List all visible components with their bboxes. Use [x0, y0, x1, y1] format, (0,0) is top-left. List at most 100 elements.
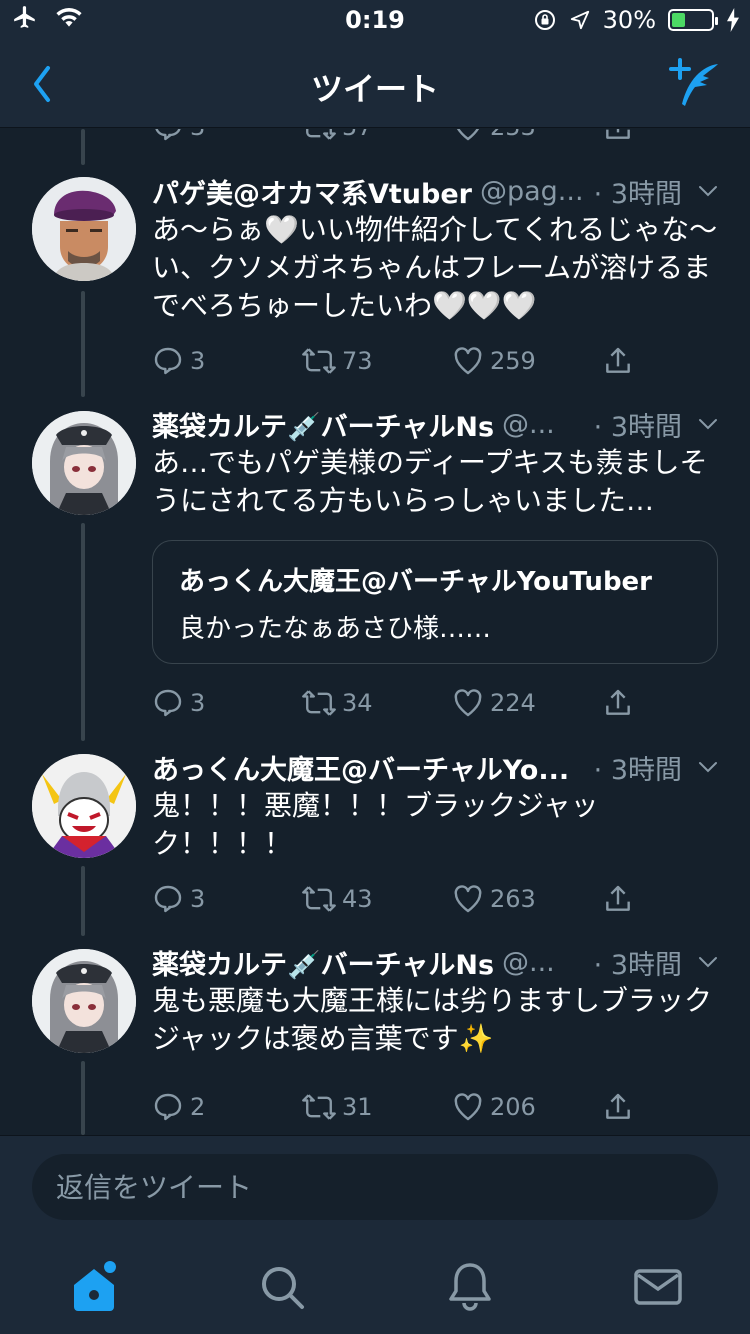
- reply-count: 2: [190, 1093, 206, 1121]
- retweet-action[interactable]: 43: [302, 883, 452, 915]
- tweet-text: あ〜らぁ🤍いい物件紹介してくれるじゃな〜い、クソメガネちゃんはフレームが溶けるま…: [152, 213, 718, 322]
- search-icon[interactable]: [252, 1257, 312, 1317]
- display-name[interactable]: 薬袋カルテ💉バーチャルNs: [152, 943, 494, 982]
- heart-icon: [454, 1093, 482, 1121]
- share-action[interactable]: [602, 1091, 750, 1123]
- timestamp[interactable]: · 3時間: [594, 172, 682, 211]
- retweet-action[interactable]: 34: [302, 687, 452, 719]
- messages-icon[interactable]: [628, 1257, 688, 1317]
- heart-icon: [456, 129, 480, 141]
- avatar[interactable]: [32, 411, 136, 515]
- retweet-icon: [302, 886, 336, 912]
- avatar-image: [32, 754, 136, 858]
- avatar[interactable]: [32, 754, 136, 858]
- timestamp[interactable]: · 3時間: [594, 943, 682, 982]
- tweet-actions: 2 31 206: [152, 1091, 750, 1123]
- charging-icon: [727, 8, 739, 32]
- tweet-header: あっくん大魔王@バーチャルYo... · 3時間: [152, 747, 720, 787]
- like-action[interactable]: 206: [452, 1091, 602, 1123]
- tweet-actions: 3 34 224: [152, 687, 750, 719]
- retweet-action[interactable]: 73: [302, 345, 452, 377]
- display-name[interactable]: パゲ美@オカマ系Vtuber: [152, 172, 472, 211]
- heart-icon: [454, 885, 482, 913]
- retweet-action[interactable]: 31: [302, 1091, 452, 1123]
- handle[interactable]: @pag...: [480, 176, 588, 207]
- display-name[interactable]: あっくん大魔王@バーチャルYo...: [152, 748, 569, 787]
- like-count: 224: [490, 689, 536, 717]
- share-action[interactable]: [602, 345, 750, 377]
- orientation-lock-icon: [534, 10, 555, 30]
- tweet-text: あ…でもパゲ美様のディープキスも羨ましそうにされてる方もいらっしゃいました…: [152, 446, 708, 517]
- chevron-down-icon[interactable]: [696, 412, 720, 436]
- timestamp[interactable]: · 3時間: [594, 748, 682, 787]
- reply-icon: [155, 129, 181, 141]
- avatar-image: [32, 177, 136, 281]
- reply-action[interactable]: 2: [152, 1091, 302, 1123]
- share-icon: [606, 129, 630, 139]
- tweet-actions: 3 73 259: [152, 345, 750, 377]
- reply-input[interactable]: [32, 1154, 718, 1220]
- avatar-image: [32, 949, 136, 1053]
- display-name[interactable]: 薬袋カルテ💉バーチャルNs: [152, 405, 494, 444]
- status-bar: 0:19 30%: [0, 0, 750, 40]
- tweet-thread[interactable]: 3 57 253 パ: [0, 129, 750, 1135]
- reply-action[interactable]: 3: [152, 687, 302, 719]
- like-action[interactable]: 253: [452, 129, 602, 143]
- retweet-icon: [302, 348, 336, 374]
- reply-action[interactable]: 3: [152, 129, 302, 143]
- home-icon[interactable]: [64, 1257, 124, 1317]
- thread-line: [81, 1061, 85, 1135]
- tweet-actions-partial: 3 57 253: [152, 129, 750, 143]
- tweet-header: パゲ美@オカマ系Vtuber @pag... · 3時間: [152, 171, 720, 211]
- handle[interactable]: @...: [502, 947, 588, 978]
- page-title: ツイート: [310, 70, 439, 108]
- share-action[interactable]: [602, 129, 750, 143]
- notifications-icon[interactable]: [440, 1257, 500, 1317]
- share-action[interactable]: [602, 687, 750, 719]
- quoted-tweet[interactable]: あっくん大魔王@バーチャルYouTuber 良かったなぁあさひ様……: [152, 540, 718, 664]
- share-icon: [606, 1093, 630, 1119]
- tweet-text: 鬼も悪魔も大魔王様には劣りますしブラックジャックは褒め言葉です✨: [152, 984, 713, 1055]
- like-count: 259: [490, 347, 536, 375]
- share-action[interactable]: [602, 883, 750, 915]
- compose-tweet-icon[interactable]: [666, 58, 722, 110]
- retweet-icon: [306, 129, 336, 140]
- avatar[interactable]: [32, 177, 136, 281]
- nav-bar: ツイート: [0, 40, 750, 128]
- chevron-down-icon[interactable]: [696, 950, 720, 974]
- reply-icon: [154, 885, 182, 913]
- like-count: 253: [490, 129, 536, 141]
- reply-bar: [0, 1135, 750, 1239]
- retweet-count: 43: [342, 885, 373, 913]
- reply-action[interactable]: 3: [152, 345, 302, 377]
- location-icon: [570, 10, 589, 30]
- reply-icon: [154, 347, 182, 375]
- retweet-icon: [302, 690, 336, 716]
- reply-count: 3: [190, 129, 205, 141]
- reply-icon: [154, 689, 182, 717]
- share-icon: [606, 689, 630, 715]
- thread-line: [81, 129, 85, 165]
- battery-percent: 30%: [602, 6, 656, 34]
- thread-line: [81, 866, 85, 936]
- chevron-down-icon[interactable]: [696, 755, 720, 779]
- reply-action[interactable]: 3: [152, 883, 302, 915]
- retweet-action[interactable]: 57: [302, 129, 452, 143]
- like-action[interactable]: 259: [452, 345, 602, 377]
- timestamp[interactable]: · 3時間: [594, 405, 682, 444]
- quoted-author: あっくん大魔王@バーチャルYouTuber: [179, 567, 653, 597]
- retweet-count: 34: [342, 689, 373, 717]
- chevron-down-icon[interactable]: [696, 179, 720, 203]
- handle[interactable]: @...: [502, 409, 588, 440]
- like-count: 206: [490, 1093, 536, 1121]
- reply-count: 3: [190, 885, 206, 913]
- thread-line: [81, 523, 85, 741]
- like-action[interactable]: 224: [452, 687, 602, 719]
- avatar-image: [32, 411, 136, 515]
- retweet-count: 73: [342, 347, 373, 375]
- retweet-count: 31: [342, 1093, 373, 1121]
- reply-count: 3: [190, 689, 206, 717]
- avatar[interactable]: [32, 949, 136, 1053]
- share-icon: [606, 885, 630, 911]
- like-action[interactable]: 263: [452, 883, 602, 915]
